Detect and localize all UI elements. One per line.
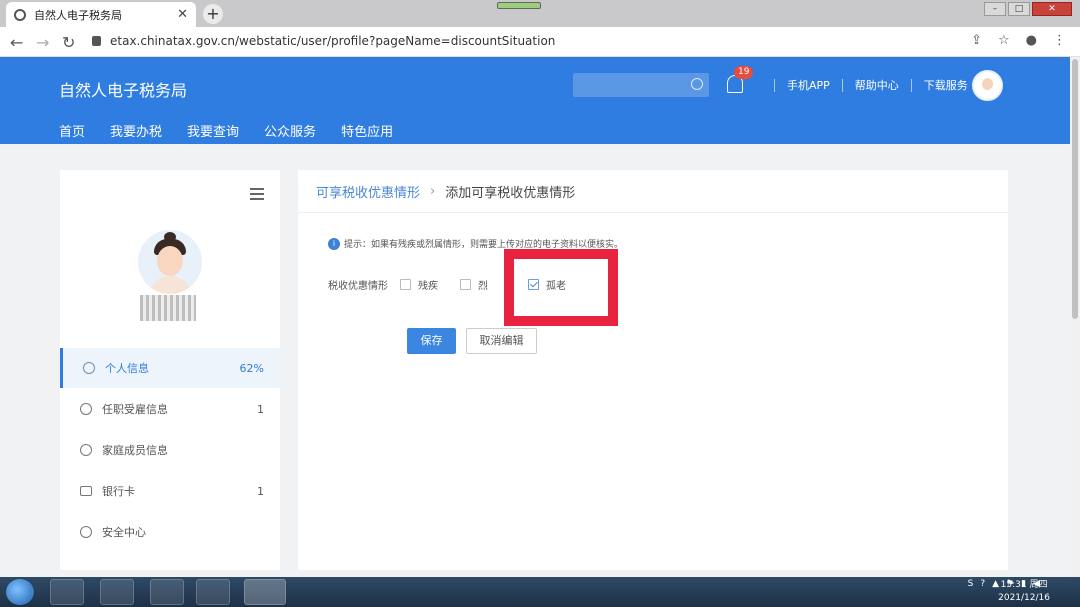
bookmark-star-icon[interactable]: ☆ xyxy=(998,33,1010,48)
browser-tab[interactable]: 自然人电子税务局 ✕ xyxy=(6,2,196,27)
option-label: 孤老 xyxy=(546,281,566,292)
site-brand[interactable]: 自然人电子税务局 xyxy=(59,77,187,101)
sidebar-item-family[interactable]: 家庭成员信息 xyxy=(60,430,280,470)
taskbar-chrome-icon[interactable] xyxy=(244,579,286,605)
new-tab-button[interactable]: + xyxy=(203,4,223,24)
url-field[interactable]: etax.chinatax.gov.cn/webstatic/user/prof… xyxy=(110,34,555,48)
save-button[interactable]: 保存 xyxy=(407,328,456,354)
nav-featured-apps[interactable]: 特色应用 xyxy=(341,121,393,140)
option-lonely-elderly[interactable]: 孤老 xyxy=(528,277,566,292)
bank-card-icon xyxy=(80,486,92,496)
search-icon[interactable] xyxy=(691,78,703,90)
link-help-center[interactable]: 帮助中心 xyxy=(855,77,899,93)
main-panel: 可享税收优惠情形 › 添加可享税收优惠情形 i 提示：如果有残疾或烈属情形，则需… xyxy=(298,170,1008,570)
loading-indicator xyxy=(497,2,541,9)
taskbar-word-icon[interactable] xyxy=(196,579,230,605)
blurred-username xyxy=(140,295,196,321)
taskbar-app-games-icon[interactable] xyxy=(50,579,84,605)
browser-tab-bar: 自然人电子税务局 ✕ + – □ ✕ xyxy=(0,0,1080,27)
main-nav: 首页 我要办税 我要查询 公众服务 特色应用 xyxy=(59,121,393,140)
option-label: 残疾 xyxy=(418,281,438,292)
nav-query[interactable]: 我要查询 xyxy=(187,121,239,140)
address-bar: ← → ↻ etax.chinatax.gov.cn/webstatic/use… xyxy=(0,27,1080,57)
site-favicon-icon xyxy=(14,8,26,21)
nav-home[interactable]: 首页 xyxy=(59,121,85,140)
search-input[interactable] xyxy=(573,73,709,97)
lock-icon[interactable] xyxy=(92,36,101,46)
breadcrumb: 可享税收优惠情形 › 添加可享税收优惠情形 xyxy=(298,170,1008,213)
employment-icon xyxy=(80,403,92,415)
input-method-icon[interactable]: S xyxy=(968,579,974,589)
sidebar-item-value: 1 xyxy=(257,402,264,416)
page-scrollbar[interactable] xyxy=(1070,57,1080,577)
checkbox-disability[interactable] xyxy=(400,279,411,290)
forward-icon[interactable]: → xyxy=(36,33,49,52)
share-icon[interactable]: ⇪ xyxy=(971,33,982,48)
option-disability[interactable]: 残疾 xyxy=(400,277,438,292)
user-icon xyxy=(83,362,95,374)
profile-sidebar: 个人信息 62% 任职受雇信息 1 家庭成员信息 银行卡 1 安全中心 xyxy=(60,170,280,570)
cancel-edit-button[interactable]: 取消编辑 xyxy=(466,328,537,354)
window-controls: – □ ✕ xyxy=(984,2,1072,16)
checkbox-martyr[interactable] xyxy=(460,279,471,290)
close-window-button[interactable]: ✕ xyxy=(1032,2,1072,16)
breadcrumb-current: 添加可享税收优惠情形 xyxy=(445,185,576,201)
option-label: 烈 xyxy=(478,281,488,292)
clock-date: 2021/12/16 xyxy=(998,593,1050,603)
link-mobile-app[interactable]: 手机APP xyxy=(787,77,830,93)
reload-icon[interactable]: ↻ xyxy=(62,33,75,52)
nav-public-service[interactable]: 公众服务 xyxy=(264,121,316,140)
taskbar-app-green-icon[interactable] xyxy=(150,579,184,605)
divider xyxy=(841,78,843,92)
sidebar-item-personal-info[interactable]: 个人信息 62% xyxy=(60,348,280,388)
clock[interactable]: 15:31 周四 2021/12/16 xyxy=(998,579,1050,605)
shield-icon xyxy=(80,526,92,538)
breadcrumb-separator: › xyxy=(430,183,436,199)
profile-icon[interactable]: ● xyxy=(1026,33,1037,48)
more-menu-icon[interactable]: ⋮ xyxy=(1053,33,1066,48)
form-label: 税收优惠情形 xyxy=(328,281,388,292)
scrollbar-thumb[interactable] xyxy=(1072,59,1078,319)
tab-title: 自然人电子税务局 xyxy=(34,8,122,22)
clock-time: 15:31 周四 xyxy=(1000,580,1048,590)
maximize-button[interactable]: □ xyxy=(1008,2,1030,16)
breadcrumb-parent[interactable]: 可享税收优惠情形 xyxy=(316,182,420,201)
divider xyxy=(910,78,912,92)
sidebar-item-bank-card[interactable]: 银行卡 1 xyxy=(60,471,280,511)
user-avatar[interactable] xyxy=(972,70,1003,101)
help-icon[interactable]: ? xyxy=(980,579,985,589)
menu-toggle-icon[interactable] xyxy=(250,188,264,203)
discount-options-row: 税收优惠情形 残疾 烈 孤老 xyxy=(328,277,588,292)
divider xyxy=(774,78,775,92)
sidebar-item-security[interactable]: 安全中心 xyxy=(60,512,280,552)
nav-tax-service[interactable]: 我要办税 xyxy=(110,121,162,140)
sidebar-item-value: 62% xyxy=(239,361,264,375)
site-header: 自然人电子税务局 19 手机APP 帮助中心 下载服务 首页 我要办税 我要查询… xyxy=(0,57,1080,144)
sidebar-item-value: 1 xyxy=(257,484,264,498)
close-tab-icon[interactable]: ✕ xyxy=(177,7,188,22)
taskbar-ie-icon[interactable] xyxy=(100,579,134,605)
notification-badge: 19 xyxy=(734,66,754,79)
family-icon xyxy=(80,444,92,456)
minimize-button[interactable]: – xyxy=(984,2,1006,16)
sidebar-item-employment[interactable]: 任职受雇信息 1 xyxy=(60,389,280,429)
back-icon[interactable]: ← xyxy=(10,33,23,52)
profile-avatar xyxy=(138,230,202,294)
start-button[interactable] xyxy=(6,579,34,605)
os-taskbar: S ? ▲ ⚑ ▮ ◀ 15:31 周四 2021/12/16 xyxy=(0,577,1080,607)
header-links: 手机APP 帮助中心 下载服务 xyxy=(762,77,968,93)
link-download[interactable]: 下载服务 xyxy=(924,77,968,93)
checkbox-lonely-elderly[interactable] xyxy=(528,279,539,290)
info-icon: i xyxy=(328,237,340,250)
option-martyr[interactable]: 烈 xyxy=(460,277,488,292)
